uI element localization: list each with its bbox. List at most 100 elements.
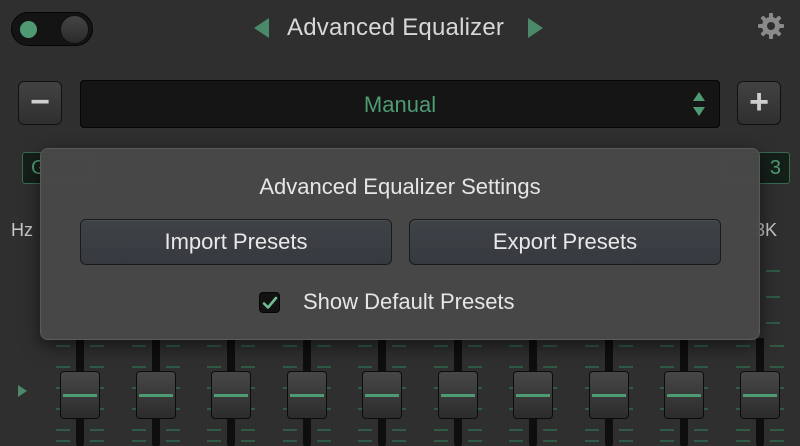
eq-slider-handle[interactable] — [438, 371, 478, 419]
add-preset-button[interactable]: + — [737, 81, 781, 125]
slider-tick — [770, 429, 784, 431]
slider-tick — [660, 345, 674, 347]
slider-tick — [56, 345, 70, 347]
slider-tick — [434, 429, 448, 431]
slider-tick — [619, 345, 633, 347]
slider-tick — [207, 429, 221, 431]
checkmark-icon — [262, 296, 278, 309]
slider-tick — [660, 440, 674, 442]
slider-tick — [468, 366, 482, 368]
slider-tick — [585, 345, 599, 347]
slider-tick — [283, 345, 297, 347]
slider-tick — [694, 345, 708, 347]
eq-slider-handle[interactable] — [60, 371, 100, 419]
previous-arrow-icon[interactable] — [254, 18, 269, 38]
slider-tick — [207, 345, 221, 347]
play-marker-icon — [18, 385, 27, 397]
slider-tick — [468, 440, 482, 442]
slider-tick — [434, 366, 448, 368]
slider-tick — [392, 429, 406, 431]
slider-tick — [241, 345, 255, 347]
slider-tick — [166, 429, 180, 431]
slider-tick — [358, 366, 372, 368]
toggle-knob — [60, 15, 89, 44]
slider-tick — [770, 366, 784, 368]
slider-tick — [241, 440, 255, 442]
slider-tick — [736, 345, 750, 347]
power-indicator-icon — [20, 21, 37, 38]
eq-slider-handle[interactable] — [664, 371, 704, 419]
slider-tick — [166, 440, 180, 442]
show-default-presets-label: Show Default Presets — [303, 289, 515, 314]
slider-tick — [585, 366, 599, 368]
freq-label-left: Hz — [11, 220, 33, 240]
slider-tick — [619, 429, 633, 431]
next-arrow-icon[interactable] — [528, 18, 543, 38]
eq-slider-handle[interactable] — [211, 371, 251, 419]
slider-tick — [56, 440, 70, 442]
slider-tick — [358, 345, 372, 347]
select-arrows-icon — [693, 92, 705, 118]
slider-tick — [766, 296, 780, 298]
slider-tick — [317, 345, 331, 347]
slider-tick — [509, 440, 523, 442]
gear-icon[interactable] — [757, 12, 785, 40]
remove-preset-button[interactable]: − — [18, 81, 62, 125]
popover-title: Advanced Equalizer Settings — [259, 174, 541, 199]
slider-tick — [56, 429, 70, 431]
power-toggle[interactable] — [11, 12, 93, 46]
slider-tick — [434, 345, 448, 347]
slider-tick — [660, 366, 674, 368]
export-presets-button[interactable]: Export Presets — [409, 219, 721, 265]
slider-tick — [90, 345, 104, 347]
slider-tick — [283, 366, 297, 368]
slider-tick — [694, 440, 708, 442]
slider-tick — [392, 345, 406, 347]
eq-slider-handle[interactable] — [740, 371, 780, 419]
slider-tick — [509, 345, 523, 347]
slider-tick — [241, 429, 255, 431]
slider-tick — [619, 366, 633, 368]
show-default-presets-checkbox[interactable] — [259, 292, 280, 313]
slider-tick — [509, 366, 523, 368]
slider-tick — [392, 440, 406, 442]
eq-slider-handle[interactable] — [589, 371, 629, 419]
slider-tick — [694, 366, 708, 368]
slider-tick — [766, 270, 780, 272]
slider-tick — [543, 429, 557, 431]
slider-tick — [736, 440, 750, 442]
slider-tick — [543, 345, 557, 347]
slider-tick — [207, 366, 221, 368]
slider-tick — [770, 440, 784, 442]
eq-slider-handle[interactable] — [513, 371, 553, 419]
slider-tick — [132, 440, 146, 442]
slider-tick — [468, 345, 482, 347]
preset-select[interactable]: Manual — [80, 80, 720, 128]
slider-tick — [166, 345, 180, 347]
slider-tick — [317, 440, 331, 442]
eq-slider-handle[interactable] — [362, 371, 402, 419]
slider-tick — [392, 366, 406, 368]
slider-tick — [509, 429, 523, 431]
slider-tick — [132, 366, 146, 368]
eq-slider-handle[interactable] — [287, 371, 327, 419]
slider-tick — [736, 429, 750, 431]
app-title: Advanced Equalizer — [287, 14, 505, 41]
slider-tick — [283, 440, 297, 442]
slider-tick — [543, 440, 557, 442]
slider-tick — [736, 366, 750, 368]
slider-tick — [766, 322, 780, 324]
slider-tick — [166, 366, 180, 368]
slider-tick — [90, 440, 104, 442]
slider-tick — [543, 366, 557, 368]
import-presets-button[interactable]: Import Presets — [80, 219, 392, 265]
slider-tick — [241, 366, 255, 368]
slider-tick — [434, 440, 448, 442]
slider-tick — [207, 440, 221, 442]
slider-tick — [694, 429, 708, 431]
slider-tick — [132, 345, 146, 347]
slider-tick — [132, 429, 146, 431]
eq-slider-handle[interactable] — [136, 371, 176, 419]
slider-tick — [660, 429, 674, 431]
slider-tick — [619, 440, 633, 442]
